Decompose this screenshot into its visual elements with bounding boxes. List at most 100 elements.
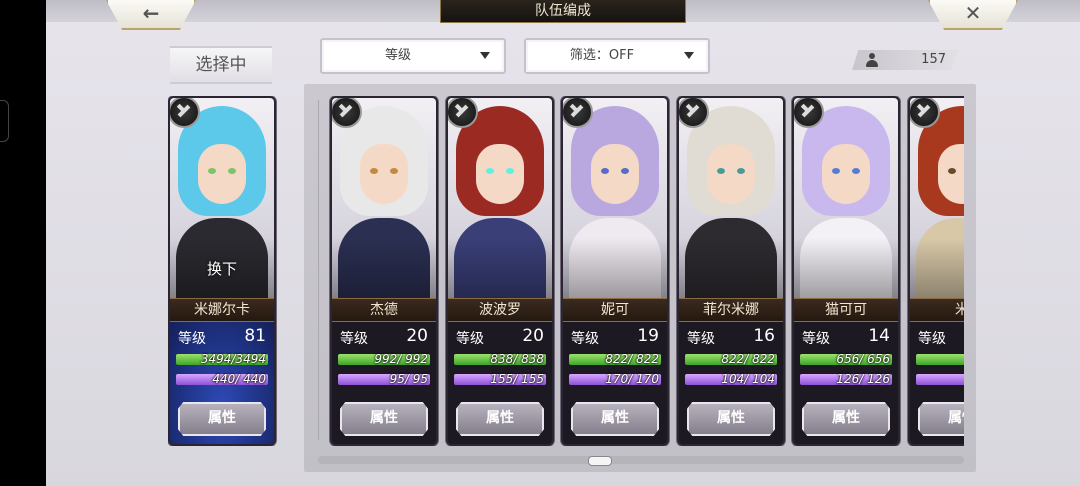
- attributes-button[interactable]: 属性: [802, 402, 890, 436]
- character-portrait: [679, 98, 783, 298]
- mp-value: 104/ 104: [721, 372, 775, 386]
- character-stats: 等级 20 992/ 992 95/ 95 属性: [332, 322, 436, 444]
- character-stats: 等级 16 822/ 822 104/ 104 属性: [679, 322, 783, 444]
- hp-bar: 3494/3494: [176, 352, 268, 366]
- character-portrait: [563, 98, 667, 298]
- level-label: 等级: [802, 331, 830, 347]
- attributes-button[interactable]: 属性: [918, 402, 964, 436]
- mp-value: 126/ 126: [836, 372, 890, 386]
- mp-bar-fill: [916, 374, 964, 385]
- level-row: 等级 81: [178, 326, 266, 348]
- mp-bar: 440/ 440: [176, 372, 268, 386]
- sword-icon: [170, 98, 200, 128]
- bow-icon: [332, 98, 362, 128]
- character-name: 妮可: [563, 298, 667, 322]
- device-notch: [0, 100, 9, 142]
- attributes-button[interactable]: 属性: [178, 402, 266, 436]
- hp-bar: 796/: [916, 354, 964, 365]
- character-name: 菲尔米娜: [679, 298, 783, 322]
- level-row: 等级 20: [340, 326, 428, 348]
- attributes-button[interactable]: 属性: [456, 402, 544, 436]
- level-row: 等级 19: [571, 326, 659, 348]
- character-card[interactable]: 米等级 796/89/属性: [908, 96, 964, 446]
- sword-icon: [563, 98, 593, 128]
- mp-bar: 126/ 126: [800, 372, 892, 386]
- mp-value: 440/ 440: [212, 372, 266, 386]
- attributes-button[interactable]: 属性: [340, 402, 428, 436]
- chevron-down-icon: [480, 52, 490, 59]
- character-portrait: [910, 98, 964, 298]
- attributes-button[interactable]: 属性: [571, 402, 659, 436]
- close-icon: ✕: [964, 1, 982, 25]
- mp-bar: 170/ 170: [569, 372, 661, 386]
- unit-count-badge: 157: [852, 50, 958, 70]
- hp-value: 822/ 822: [605, 352, 659, 366]
- sword-icon: [910, 98, 940, 128]
- hp-bar: 992/ 992: [338, 352, 430, 366]
- character-stats: 等级 81 3494/3494 440/ 440 属性: [170, 322, 274, 444]
- level-label: 等级: [178, 331, 206, 347]
- chevron-down-icon: [684, 52, 694, 59]
- character-stats: 等级 20 838/ 838 155/ 155 属性: [448, 322, 552, 444]
- mp-value: 170/ 170: [605, 372, 659, 386]
- character-name: 波波罗: [448, 298, 552, 322]
- level-label: 等级: [571, 331, 599, 347]
- hp-bar: 822/ 822: [569, 352, 661, 366]
- character-card[interactable]: 杰德 等级 20 992/ 992 95/ 95 属性: [330, 96, 438, 446]
- selecting-label: 选择中: [170, 46, 272, 84]
- book-icon: [794, 98, 824, 128]
- sort-dropdown[interactable]: 等级: [320, 38, 506, 74]
- character-stats: 等级 796/89/属性: [910, 322, 964, 444]
- hp-value: 838/ 838: [490, 352, 544, 366]
- level-value: 14: [868, 326, 890, 346]
- mp-bar: 104/ 104: [685, 372, 777, 386]
- level-label: 等级: [918, 331, 946, 347]
- character-name: 猫可可: [794, 298, 898, 322]
- hp-value: 3494/3494: [200, 352, 266, 366]
- character-card-list: 换下 米娜尔卡 等级 81 3494/3494 440/ 440 属性 杰德 等级 20 992/ …: [168, 96, 964, 446]
- character-card[interactable]: 波波罗等级 20 838/ 838 155/ 155 属性: [446, 96, 554, 446]
- level-value: 19: [637, 326, 659, 346]
- roster-scroll-thumb[interactable]: [588, 456, 612, 466]
- hp-bar: 838/ 838: [454, 352, 546, 366]
- hammer-icon: [448, 98, 478, 128]
- character-stats: 等级 19 822/ 822 170/ 170 属性: [563, 322, 667, 444]
- mp-bar: 155/ 155: [454, 372, 546, 386]
- page-title: 队伍编成: [440, 0, 686, 23]
- character-card[interactable]: 妮可等级 19 822/ 822 170/ 170 属性: [561, 96, 669, 446]
- mp-bar: 95/ 95: [338, 372, 430, 386]
- filter-dropdown-value: 筛选：OFF: [569, 48, 635, 63]
- person-icon: [866, 53, 878, 67]
- level-label: 等级: [456, 331, 484, 347]
- hp-bar-fill: [916, 354, 964, 365]
- mp-value: 155/ 155: [490, 372, 544, 386]
- selected-character-card[interactable]: 换下米娜尔卡等级 81 3494/3494 440/ 440 属性: [168, 96, 276, 446]
- hp-value: 656/ 656: [836, 352, 890, 366]
- character-portrait: [794, 98, 898, 298]
- level-label: 等级: [687, 331, 715, 347]
- character-card[interactable]: 猫可可等级 14 656/ 656 126/ 126 属性: [792, 96, 900, 446]
- level-value: 20: [406, 326, 428, 346]
- hp-value: 822/ 822: [721, 352, 775, 366]
- book-icon: [679, 98, 709, 128]
- back-arrow-icon: ←: [142, 1, 160, 25]
- character-portrait: [448, 98, 552, 298]
- level-row: 等级: [918, 328, 964, 348]
- hp-bar: 656/ 656: [800, 352, 892, 366]
- character-portrait: [332, 98, 436, 298]
- attributes-button[interactable]: 属性: [687, 402, 775, 436]
- unit-count: 157: [921, 52, 946, 67]
- level-row: 等级 16: [687, 326, 775, 348]
- character-card[interactable]: 菲尔米娜等级 16 822/ 822 104/ 104 属性: [677, 96, 785, 446]
- hp-bar: 822/ 822: [685, 352, 777, 366]
- character-stats: 等级 14 656/ 656 126/ 126 属性: [794, 322, 898, 444]
- level-label: 等级: [340, 331, 368, 347]
- filter-dropdown[interactable]: 筛选：OFF: [524, 38, 710, 74]
- character-name: 米: [910, 298, 964, 322]
- swap-out-label[interactable]: 换下: [170, 258, 274, 279]
- level-row: 等级 14: [802, 326, 890, 348]
- device-bezel: [0, 0, 46, 486]
- roster-scrollbar[interactable]: [318, 456, 964, 464]
- level-value: 20: [522, 326, 544, 346]
- character-name: 米娜尔卡: [170, 298, 274, 322]
